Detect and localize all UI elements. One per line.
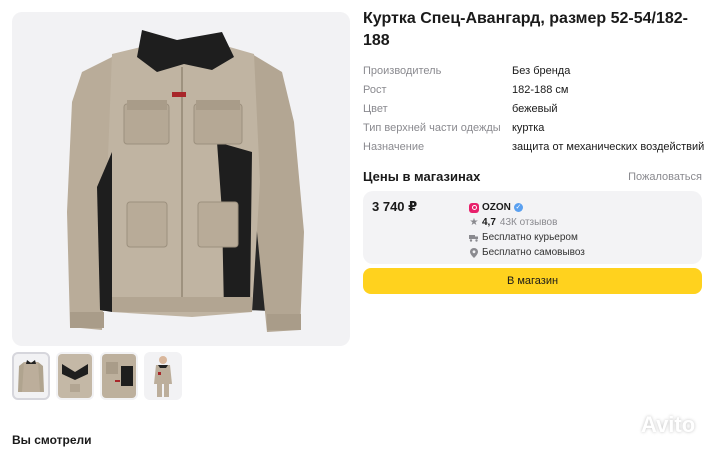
spec-list: Производитель Без бренда Рост 182-188 см… bbox=[363, 61, 713, 156]
verified-icon: ✓ bbox=[513, 203, 523, 212]
jacket-model-thumb-icon bbox=[154, 356, 172, 397]
shop-name[interactable]: OZON bbox=[482, 202, 511, 213]
star-icon: ★ bbox=[469, 217, 479, 228]
avito-logo-icon bbox=[615, 415, 636, 436]
location-pin-icon bbox=[469, 247, 479, 258]
thumbnail-strip bbox=[12, 352, 182, 400]
spec-value: куртка bbox=[512, 121, 545, 134]
pickup-line: Бесплатно самовывоз bbox=[469, 245, 585, 260]
pickup-text: Бесплатно самовывоз bbox=[482, 247, 585, 258]
offer-price: 3 740 ₽ bbox=[372, 199, 418, 214]
complain-link[interactable]: Пожаловаться bbox=[628, 171, 702, 183]
truck-icon bbox=[469, 234, 479, 242]
spec-row: Назначение защита от механических воздей… bbox=[363, 137, 713, 156]
spec-value: бежевый bbox=[512, 102, 558, 115]
shop-info: OZON ✓ ★ 4,7 43К отзывов Бесплатно курье… bbox=[469, 200, 585, 260]
spec-key: Цвет bbox=[363, 102, 388, 115]
seen-section-title: Вы смотрели bbox=[12, 433, 92, 447]
delivery-text: Бесплатно курьером bbox=[482, 232, 578, 243]
spec-value: 182-188 см bbox=[512, 83, 569, 96]
spec-key: Назначение bbox=[363, 140, 425, 153]
prices-header: Цены в магазинах Пожаловаться bbox=[363, 169, 702, 184]
rating-line: ★ 4,7 43К отзывов bbox=[469, 215, 585, 230]
spec-row: Рост 182-188 см bbox=[363, 80, 713, 99]
go-to-shop-button[interactable]: В магазин bbox=[363, 268, 702, 294]
spec-key: Тип верхней части одежды bbox=[363, 121, 501, 134]
thumbnail-2[interactable] bbox=[56, 352, 94, 400]
delivery-line: Бесплатно курьером bbox=[469, 230, 585, 245]
product-title: Куртка Спец-Авангард, размер 52-54/182-1… bbox=[363, 10, 688, 49]
watermark-text: Avito bbox=[641, 412, 696, 437]
thumbnail-1[interactable] bbox=[12, 352, 50, 400]
spec-row: Цвет бежевый bbox=[363, 99, 713, 118]
spec-row: Производитель Без бренда bbox=[363, 61, 713, 80]
ozon-logo-icon bbox=[469, 202, 479, 213]
avito-watermark: Avito bbox=[612, 412, 695, 438]
shop-name-line: OZON ✓ bbox=[469, 200, 585, 215]
thumbnail-4[interactable] bbox=[144, 352, 182, 400]
spec-value: защита от механических воздействий bbox=[512, 140, 705, 153]
jacket-detail-thumb-icon bbox=[102, 354, 136, 398]
jacket-photo-icon bbox=[67, 30, 304, 332]
jacket-front-thumb-icon bbox=[18, 360, 44, 392]
prices-title: Цены в магазинах bbox=[363, 169, 481, 184]
spec-value: Без бренда bbox=[512, 64, 571, 77]
shop-reviews[interactable]: 43К отзывов bbox=[500, 217, 558, 228]
jacket-collar-thumb-icon bbox=[58, 354, 92, 398]
spec-key: Производитель bbox=[363, 64, 442, 77]
shop-rating: 4,7 bbox=[482, 217, 496, 228]
spec-row: Тип верхней части одежды куртка bbox=[363, 118, 713, 137]
spec-key: Рост bbox=[363, 83, 387, 96]
thumbnail-3[interactable] bbox=[100, 352, 138, 400]
product-image[interactable] bbox=[12, 12, 350, 346]
offer-card[interactable]: 3 740 ₽ OZON ✓ ★ 4,7 43К отзывов Бесплат… bbox=[363, 191, 702, 264]
